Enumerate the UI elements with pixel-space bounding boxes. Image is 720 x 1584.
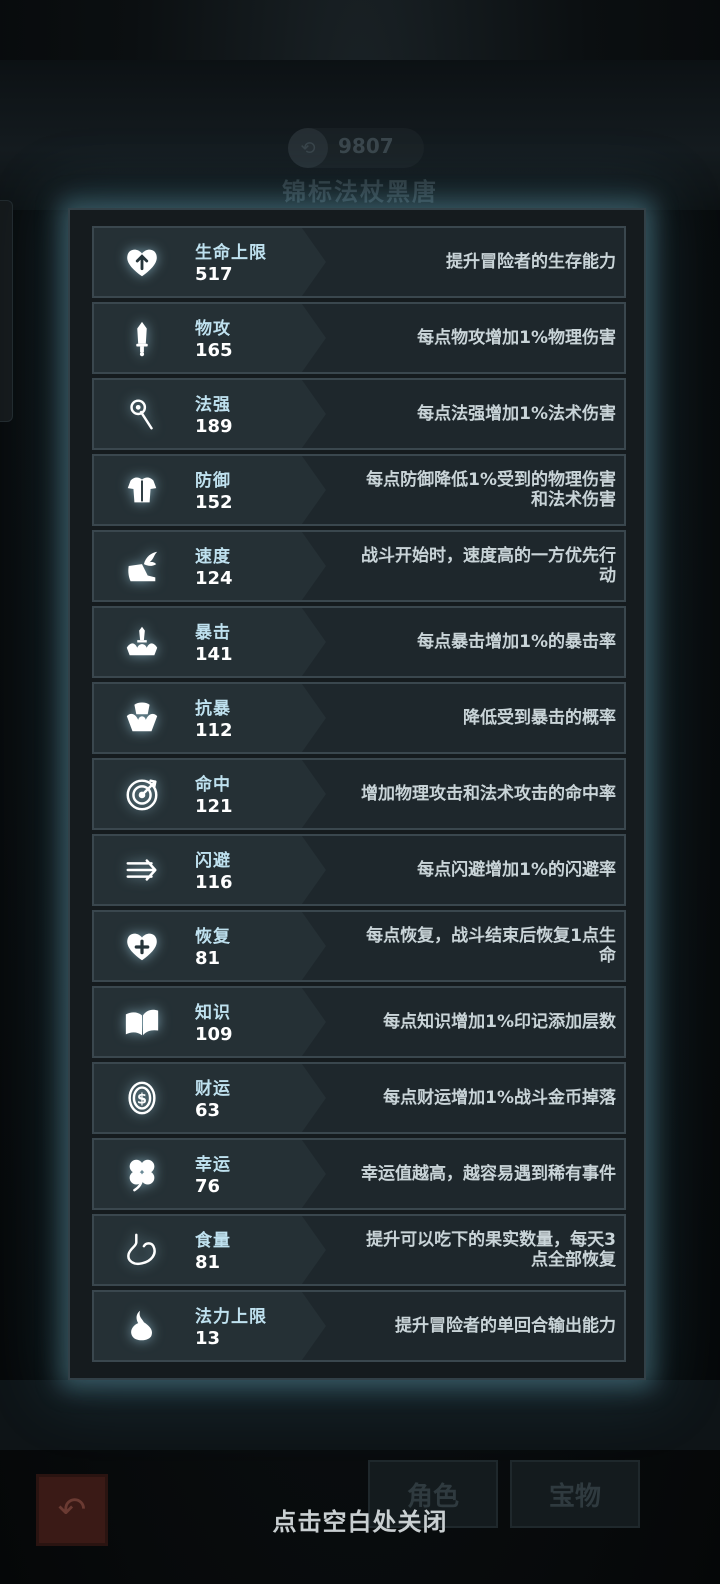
coin-icon: ⟲: [288, 128, 328, 168]
stat-description: 每点法强增加1%法术伤害: [417, 404, 616, 424]
stat-row: 法强 189 每点法强增加1%法术伤害: [92, 378, 626, 450]
stat-row: 恢复 81 每点恢复，战斗结束后恢复1点生 命: [92, 910, 626, 982]
stat-description: 降低受到暴击的概率: [463, 708, 616, 728]
stat-value: 165: [195, 340, 233, 361]
stat-value: 116: [195, 872, 233, 893]
stat-row: $ 财运 63 每点财运增加1%战斗金币掉落: [92, 1062, 626, 1134]
background-title: 锦标法杖黑唐: [282, 178, 438, 206]
stat-row: 速度 124 战斗开始时，速度高的一方优先行 动: [92, 530, 626, 602]
stat-description: 提升冒险者的单回合输出能力: [395, 1316, 616, 1336]
mana-drop-icon: [120, 1304, 164, 1348]
stat-description: 战斗开始时，速度高的一方优先行 动: [361, 546, 616, 586]
stat-name: 财运: [195, 1079, 231, 1099]
stat-description: 每点财运增加1%战斗金币掉落: [383, 1088, 616, 1108]
stat-name: 速度: [195, 547, 231, 567]
stat-row: 生命上限 517 提升冒险者的生存能力: [92, 226, 626, 298]
stat-name: 法强: [195, 395, 231, 415]
stat-value: 76: [195, 1176, 221, 1197]
stat-row: 命中 121 增加物理攻击和法术攻击的命中率: [92, 758, 626, 830]
stat-name: 物攻: [195, 319, 231, 339]
stat-description: 每点暴击增加1%的暴击率: [417, 632, 616, 652]
stat-description: 增加物理攻击和法术攻击的命中率: [361, 784, 616, 804]
stat-name: 知识: [195, 1003, 231, 1023]
stat-description: 提升可以吃下的果实数量，每天3 点全部恢复: [366, 1230, 616, 1270]
stat-row: 幸运 76 幸运值越高，越容易遇到稀有事件: [92, 1138, 626, 1210]
stat-value: 141: [195, 644, 233, 665]
book-icon: [120, 1000, 164, 1044]
stat-name: 法力上限: [195, 1307, 267, 1327]
heart-arrow-icon: [120, 240, 164, 284]
background-item-strip: [0, 1380, 720, 1450]
stat-name: 防御: [195, 471, 231, 491]
stat-value: 112: [195, 720, 233, 741]
stat-description: 提升冒险者的生存能力: [446, 252, 616, 272]
stat-row: 闪避 116 每点闪避增加1%的闪避率: [92, 834, 626, 906]
stat-value: 121: [195, 796, 233, 817]
stat-name: 食量: [195, 1231, 231, 1251]
dodge-arrows-icon: [120, 848, 164, 892]
crit-resist-icon: [120, 696, 164, 740]
stat-name: 命中: [195, 775, 231, 795]
crit-icon: [120, 620, 164, 664]
stat-row: 抗暴 112 降低受到暴击的概率: [92, 682, 626, 754]
stat-row: 法力上限 13 提升冒险者的单回合输出能力: [92, 1290, 626, 1362]
stat-description: 每点知识增加1%印记添加层数: [383, 1012, 616, 1032]
coin-value: 9807: [338, 134, 394, 158]
stat-description: 每点闪避增加1%的闪避率: [417, 860, 616, 880]
stat-row: 防御 152 每点防御降低1%受到的物理伤害 和法术伤害: [92, 454, 626, 526]
winged-boot-icon: [120, 544, 164, 588]
stat-name: 抗暴: [195, 699, 231, 719]
stat-value: 81: [195, 1252, 221, 1273]
stat-value: 152: [195, 492, 233, 513]
stat-name: 暴击: [195, 623, 231, 643]
stat-name: 恢复: [195, 927, 231, 947]
stat-description: 幸运值越高，越容易遇到稀有事件: [361, 1164, 616, 1184]
armor-icon: [120, 468, 164, 512]
background-side-card: [0, 200, 13, 422]
stat-name: 幸运: [195, 1155, 231, 1175]
stat-description: 每点防御降低1%受到的物理伤害 和法术伤害: [366, 470, 616, 510]
target-icon: [120, 772, 164, 816]
dollar-coin-icon: $: [120, 1076, 164, 1120]
stat-value: 124: [195, 568, 233, 589]
close-hint[interactable]: 点击空白处关闭: [0, 1502, 720, 1537]
heart-plus-icon: [120, 924, 164, 968]
stat-row: 食量 81 提升可以吃下的果实数量，每天3 点全部恢复: [92, 1214, 626, 1286]
stat-value: 63: [195, 1100, 221, 1121]
stomach-icon: [120, 1228, 164, 1272]
svg-text:$: $: [137, 1092, 147, 1108]
stat-value: 517: [195, 264, 233, 285]
clover-icon: [120, 1152, 164, 1196]
stat-value: 189: [195, 416, 233, 437]
stat-row: 物攻 165 每点物攻增加1%物理伤害: [92, 302, 626, 374]
stat-description: 每点物攻增加1%物理伤害: [417, 328, 616, 348]
stat-description: 每点恢复，战斗结束后恢复1点生 命: [366, 926, 616, 966]
stats-panel: 生命上限 517 提升冒险者的生存能力物攻 165 每点物攻增加1%物理伤害法强 189 每…: [68, 208, 646, 1380]
stat-value: 81: [195, 948, 221, 969]
stat-name: 生命上限: [195, 243, 267, 263]
stat-row: 暴击 141 每点暴击增加1%的暴击率: [92, 606, 626, 678]
stat-name: 闪避: [195, 851, 231, 871]
stat-value: 13: [195, 1328, 221, 1349]
staff-icon: [120, 392, 164, 436]
stat-row: 知识 109 每点知识增加1%印记添加层数: [92, 986, 626, 1058]
stat-value: 109: [195, 1024, 233, 1045]
sword-icon: [120, 316, 164, 360]
